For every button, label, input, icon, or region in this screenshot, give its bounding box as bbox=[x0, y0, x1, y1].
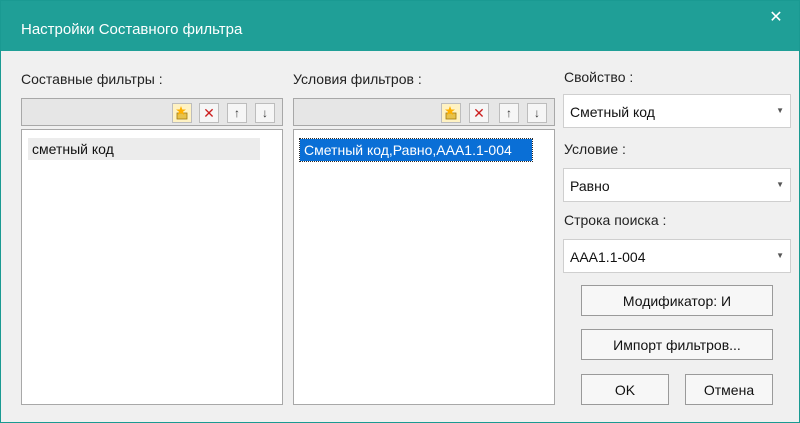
add-composite-filter-button[interactable] bbox=[172, 103, 192, 123]
import-filters-button[interactable]: Импорт фильтров... bbox=[581, 329, 773, 360]
chevron-down-icon: ▼ bbox=[776, 251, 784, 260]
list-item[interactable]: сметный код bbox=[28, 138, 260, 160]
search-string-select[interactable]: AAA1.1-004 ▼ bbox=[563, 239, 791, 273]
condition-label: Условие : bbox=[564, 141, 626, 157]
delete-composite-filter-button[interactable]: ✕ bbox=[199, 103, 219, 123]
filter-conditions-label: Условия фильтров : bbox=[293, 71, 422, 87]
move-up-composite-filter-button[interactable]: ↑ bbox=[227, 103, 247, 123]
property-select-value: Сметный код bbox=[570, 104, 655, 120]
property-select[interactable]: Сметный код ▼ bbox=[563, 94, 791, 128]
arrow-down-icon: ↓ bbox=[534, 106, 540, 120]
composite-filters-toolbar: ✕ ↑ ↓ bbox=[21, 98, 283, 126]
search-string-label: Строка поиска : bbox=[564, 212, 667, 228]
title-bar[interactable]: Настройки Составного фильтра ✕ bbox=[1, 1, 799, 51]
filter-conditions-list[interactable]: Сметный код,Равно,AAA1.1-004 bbox=[293, 129, 555, 405]
add-condition-button[interactable] bbox=[441, 103, 461, 123]
move-up-condition-button[interactable]: ↑ bbox=[499, 103, 519, 123]
list-item[interactable]: Сметный код,Равно,AAA1.1-004 bbox=[299, 138, 533, 162]
property-label: Свойство : bbox=[564, 69, 634, 85]
delete-condition-button[interactable]: ✕ bbox=[469, 103, 489, 123]
delete-x-icon: ✕ bbox=[203, 104, 215, 121]
condition-select[interactable]: Равно ▼ bbox=[563, 168, 791, 202]
filter-conditions-toolbar: ✕ ↑ ↓ bbox=[293, 98, 555, 126]
chevron-down-icon: ▼ bbox=[776, 180, 784, 189]
star-add-icon bbox=[176, 106, 188, 120]
close-icon: ✕ bbox=[769, 9, 783, 26]
chevron-down-icon: ▼ bbox=[776, 106, 784, 115]
condition-select-value: Равно bbox=[570, 178, 610, 194]
delete-x-icon: ✕ bbox=[473, 104, 485, 121]
arrow-up-icon: ↑ bbox=[234, 106, 240, 120]
composite-filters-label: Составные фильтры : bbox=[21, 71, 163, 87]
composite-filter-dialog: Настройки Составного фильтра ✕ Составные… bbox=[0, 0, 800, 423]
arrow-down-icon: ↓ bbox=[262, 106, 268, 120]
move-down-condition-button[interactable]: ↓ bbox=[527, 103, 547, 123]
star-add-icon bbox=[445, 106, 457, 120]
arrow-up-icon: ↑ bbox=[506, 106, 512, 120]
ok-button[interactable]: OK bbox=[581, 374, 669, 405]
dialog-title: Настройки Составного фильтра bbox=[21, 21, 243, 38]
move-down-composite-filter-button[interactable]: ↓ bbox=[255, 103, 275, 123]
close-button[interactable]: ✕ bbox=[761, 5, 791, 31]
cancel-button[interactable]: Отмена bbox=[685, 374, 773, 405]
composite-filters-list[interactable]: сметный код bbox=[21, 129, 283, 405]
modifier-button[interactable]: Модификатор: И bbox=[581, 285, 773, 316]
search-string-value: AAA1.1-004 bbox=[570, 249, 646, 265]
